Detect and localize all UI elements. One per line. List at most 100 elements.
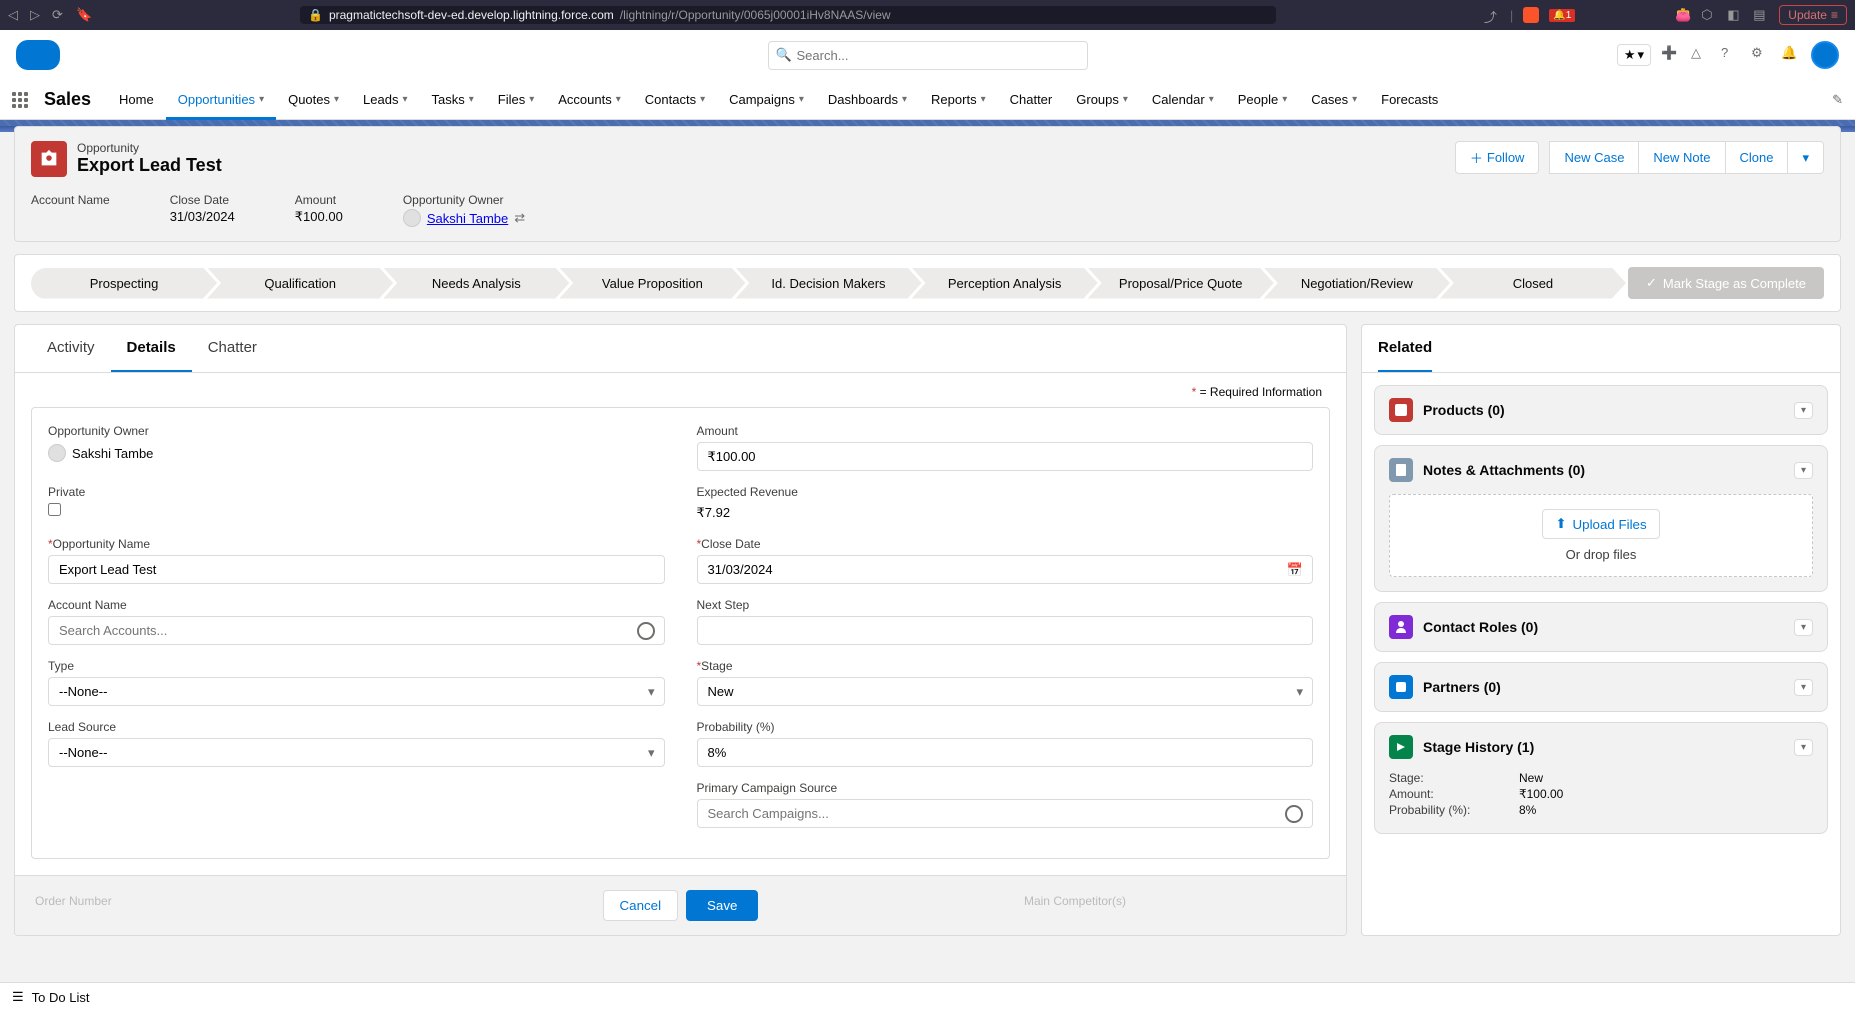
stage-history-menu[interactable]: ▾ [1794,739,1813,756]
todo-label[interactable]: To Do List [32,990,90,1005]
path-step-perception[interactable]: Perception Analysis [912,268,1098,299]
bookmark-icon[interactable]: 🔖 [76,7,92,23]
partners-menu[interactable]: ▾ [1794,679,1813,696]
chevron-down-icon[interactable]: ▾ [1282,94,1287,105]
calendar-icon[interactable]: 📅 [1287,562,1303,578]
setup-gear-icon[interactable]: ⚙ [1751,45,1771,65]
trailhead-icon[interactable]: △ [1691,45,1711,65]
brave-shield-icon[interactable] [1523,7,1539,23]
wallet-icon[interactable]: 👛 [1675,7,1691,23]
chevron-down-icon[interactable]: ▾ [529,94,534,105]
nav-campaigns[interactable]: Campaigns▾ [717,80,816,120]
change-owner-icon[interactable]: ⇄ [514,210,525,226]
type-select[interactable]: --None-- [48,677,665,706]
tab-related[interactable]: Related [1378,325,1432,372]
contact-roles-title[interactable]: Contact Roles (0) [1423,619,1784,635]
chevron-down-icon[interactable]: ▾ [981,94,986,105]
notification-badge[interactable]: 🔔1 [1549,9,1575,22]
path-step-proposal[interactable]: Proposal/Price Quote [1088,268,1274,299]
user-avatar[interactable] [1811,41,1839,69]
nav-dashboards[interactable]: Dashboards▾ [816,80,919,120]
url-bar[interactable]: 🔒 pragmatictechsoft-dev-ed.develop.light… [300,6,1276,24]
path-step-prospecting[interactable]: Prospecting [31,268,217,299]
salesforce-logo[interactable] [16,40,60,70]
chevron-down-icon[interactable]: ▾ [1209,94,1214,105]
nav-accounts[interactable]: Accounts▾ [546,80,633,120]
sidebar-icon[interactable]: ◧ [1727,7,1743,23]
nav-people[interactable]: People▾ [1226,80,1300,120]
nav-groups[interactable]: Groups▾ [1064,80,1140,120]
tab-details[interactable]: Details [111,325,192,372]
global-search-input[interactable] [768,41,1088,70]
nav-tasks[interactable]: Tasks▾ [420,80,486,120]
nav-edit-icon[interactable]: ✎ [1820,92,1855,108]
todo-icon[interactable]: ☰ [12,989,24,1005]
tab-chatter[interactable]: Chatter [192,325,273,372]
products-menu[interactable]: ▾ [1794,402,1813,419]
nav-contacts[interactable]: Contacts▾ [633,80,717,120]
products-title[interactable]: Products (0) [1423,402,1784,418]
path-step-negotiation[interactable]: Negotiation/Review [1264,268,1450,299]
clone-button[interactable]: Clone [1726,141,1789,174]
follow-button[interactable]: ＋Follow [1455,141,1540,174]
back-icon[interactable]: ◁ [8,7,24,23]
lead-source-select[interactable]: --None-- [48,738,665,767]
nav-cases[interactable]: Cases▾ [1299,80,1369,120]
stage-select[interactable]: New [697,677,1314,706]
more-actions-button[interactable]: ▾ [1788,141,1824,174]
extensions-icon[interactable]: ⬡ [1701,7,1717,23]
chevron-down-icon[interactable]: ▾ [616,94,621,105]
chevron-down-icon[interactable]: ▾ [902,94,907,105]
owner-link[interactable]: Sakshi Tambe [427,211,508,226]
chevron-down-icon[interactable]: ▾ [469,94,474,105]
probability-input[interactable] [697,738,1314,767]
upload-zone[interactable]: ⬆Upload Files Or drop files [1389,494,1813,577]
chevron-down-icon[interactable]: ▾ [700,94,705,105]
help-icon[interactable]: ? [1721,45,1741,65]
chevron-down-icon[interactable]: ▾ [1352,94,1357,105]
path-step-needs-analysis[interactable]: Needs Analysis [383,268,569,299]
nav-calendar[interactable]: Calendar▾ [1140,80,1226,120]
nav-forecasts[interactable]: Forecasts [1369,80,1450,120]
new-case-button[interactable]: New Case [1549,141,1639,174]
path-step-decision-makers[interactable]: Id. Decision Makers [735,268,921,299]
path-step-value-proposition[interactable]: Value Proposition [559,268,745,299]
new-note-button[interactable]: New Note [1639,141,1725,174]
campaign-search-input[interactable] [697,799,1314,828]
stage-history-title[interactable]: Stage History (1) [1423,739,1784,755]
nav-files[interactable]: Files▾ [486,80,546,120]
notes-menu[interactable]: ▾ [1794,462,1813,479]
forward-icon[interactable]: ▷ [30,7,46,23]
mark-complete-button[interactable]: ✓Mark Stage as Complete [1628,267,1824,299]
nav-opportunities[interactable]: Opportunities▾ [166,80,276,120]
path-step-qualification[interactable]: Qualification [207,268,393,299]
nav-leads[interactable]: Leads▾ [351,80,419,120]
private-checkbox[interactable] [48,503,61,516]
add-icon[interactable]: ➕ [1661,45,1681,65]
chevron-down-icon[interactable]: ▾ [334,94,339,105]
chevron-down-icon[interactable]: ▾ [1123,94,1128,105]
path-step-closed[interactable]: Closed [1440,268,1626,299]
opportunity-name-input[interactable] [48,555,665,584]
close-date-input[interactable] [697,555,1314,584]
partners-title[interactable]: Partners (0) [1423,679,1784,695]
favorites-button[interactable]: ★▾ [1617,44,1651,66]
share-icon[interactable]: ⤴ [1484,7,1500,23]
nav-home[interactable]: Home [107,80,166,120]
next-step-input[interactable] [697,616,1314,645]
upload-files-button[interactable]: ⬆Upload Files [1542,509,1659,539]
nav-chatter[interactable]: Chatter [998,80,1065,120]
notes-title[interactable]: Notes & Attachments (0) [1423,462,1784,478]
reload-icon[interactable]: ⟳ [52,7,68,23]
notifications-icon[interactable]: 🔔 [1781,45,1801,65]
contact-roles-menu[interactable]: ▾ [1794,619,1813,636]
app-launcher[interactable] [0,92,40,108]
chevron-down-icon[interactable]: ▾ [402,94,407,105]
amount-input[interactable] [697,442,1314,471]
nav-reports[interactable]: Reports▾ [919,80,998,120]
update-button[interactable]: Update≡ [1779,5,1847,25]
reader-icon[interactable]: ▤ [1753,7,1769,23]
account-search-input[interactable] [48,616,665,645]
nav-quotes[interactable]: Quotes▾ [276,80,351,120]
tab-activity[interactable]: Activity [31,325,111,372]
